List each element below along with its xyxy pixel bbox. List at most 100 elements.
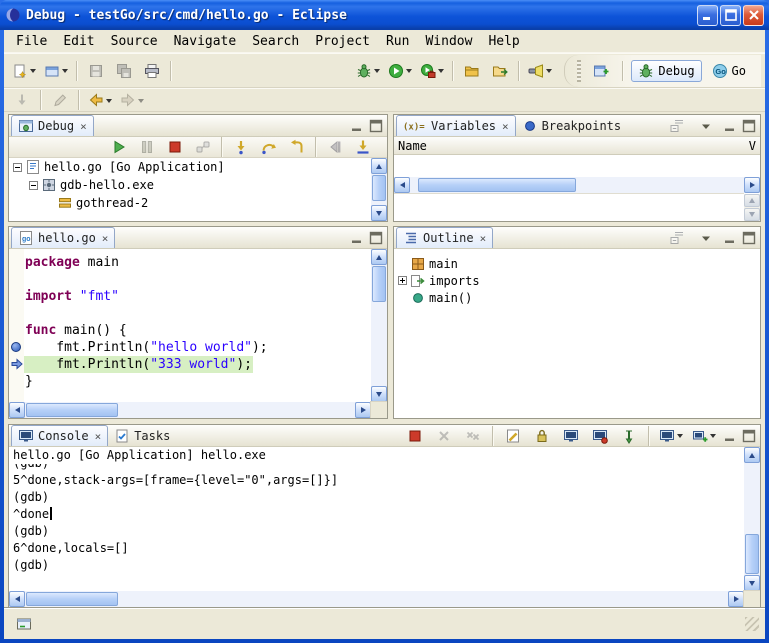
close-view-icon[interactable]: × xyxy=(102,233,109,244)
vertical-scrollbar[interactable] xyxy=(371,158,387,221)
save-all-button[interactable] xyxy=(111,58,137,84)
use-step-filters-button[interactable] xyxy=(350,137,376,158)
vertical-scrollbar[interactable] xyxy=(744,194,760,221)
minimize-view-button[interactable] xyxy=(348,118,366,134)
close-view-icon[interactable]: × xyxy=(95,431,102,442)
minimize-view-button[interactable] xyxy=(721,428,739,444)
new-project-button[interactable] xyxy=(41,58,71,84)
debug-button[interactable] xyxy=(353,58,383,84)
scroll-right-button[interactable] xyxy=(744,177,760,193)
outline-item[interactable]: main() xyxy=(394,289,760,306)
collapse-all-button[interactable] xyxy=(664,115,690,136)
back-button[interactable] xyxy=(85,89,115,111)
instruction-pointer-icon[interactable] xyxy=(11,358,23,373)
open-file-button[interactable] xyxy=(487,58,513,84)
expander-minus-icon[interactable] xyxy=(29,181,38,190)
pin-console-button[interactable] xyxy=(616,425,642,446)
horizontal-scrollbar[interactable] xyxy=(394,177,760,193)
perspective-debug[interactable]: Debug xyxy=(631,60,701,82)
perspective-bar-handle[interactable] xyxy=(577,60,581,82)
close-view-icon[interactable]: × xyxy=(80,121,87,132)
view-menu-button[interactable] xyxy=(693,115,719,136)
last-edit-location-button[interactable] xyxy=(47,89,73,111)
menu-window[interactable]: Window xyxy=(417,32,480,51)
minimize-view-button[interactable] xyxy=(721,230,739,246)
close-view-icon[interactable]: × xyxy=(480,233,487,244)
code-line[interactable] xyxy=(24,305,371,322)
scrollbar-thumb[interactable] xyxy=(745,534,759,574)
collapse-all-button[interactable] xyxy=(664,227,690,248)
horizontal-scrollbar[interactable] xyxy=(9,591,744,607)
drop-to-frame-button[interactable] xyxy=(322,137,348,158)
scroll-up-button[interactable] xyxy=(744,447,760,463)
scroll-right-button[interactable] xyxy=(355,402,371,418)
next-annotation-button[interactable] xyxy=(9,89,35,111)
scrollbar-thumb[interactable] xyxy=(372,175,386,201)
search-button[interactable] xyxy=(525,58,555,84)
open-folder-button[interactable] xyxy=(459,58,485,84)
breakpoint-icon[interactable] xyxy=(11,342,21,352)
tab-hello-go[interactable]: gohello.go× xyxy=(11,227,115,248)
step-over-button[interactable] xyxy=(256,137,282,158)
code-line[interactable]: } xyxy=(24,373,371,390)
horizontal-scrollbar[interactable] xyxy=(9,402,371,418)
code-line[interactable]: fmt.Println("hello world"); xyxy=(24,339,371,356)
editor-annotation-ruler[interactable] xyxy=(9,249,25,402)
debug-tree-item[interactable]: gothread-2 xyxy=(9,194,371,212)
step-into-button[interactable] xyxy=(228,137,254,158)
scrollbar-thumb[interactable] xyxy=(26,592,118,606)
step-return-button[interactable] xyxy=(284,137,310,158)
open-perspective-button[interactable] xyxy=(588,58,614,84)
tab-outline[interactable]: Outline× xyxy=(396,227,493,248)
scroll-left-button[interactable] xyxy=(9,591,25,607)
debug-tree-item[interactable]: hello.go [Go Application] xyxy=(9,158,371,176)
display-console-button[interactable] xyxy=(656,425,686,446)
clear-console-button[interactable] xyxy=(500,425,526,446)
scroll-left-button[interactable] xyxy=(9,402,25,418)
scroll-up-button[interactable] xyxy=(371,158,387,174)
titlebar[interactable]: Debug - testGo/src/cmd/hello.go - Eclips… xyxy=(0,0,769,30)
expander-plus-icon[interactable] xyxy=(398,276,407,285)
maximize-view-button[interactable] xyxy=(740,118,758,134)
perspective-go[interactable]: GoGo xyxy=(705,60,753,82)
scroll-left-button[interactable] xyxy=(394,177,410,193)
show-stdout-button[interactable] xyxy=(558,425,584,446)
resize-grip[interactable] xyxy=(745,617,759,631)
scroll-down-button[interactable] xyxy=(371,386,387,402)
scroll-up-button[interactable] xyxy=(744,194,760,207)
scrollbar-thumb[interactable] xyxy=(372,266,386,302)
maximize-view-button[interactable] xyxy=(367,230,385,246)
minimize-view-button[interactable] xyxy=(721,118,739,134)
scroll-down-button[interactable] xyxy=(744,575,760,591)
maximize-view-button[interactable] xyxy=(367,118,385,134)
menu-project[interactable]: Project xyxy=(307,32,378,51)
menu-help[interactable]: Help xyxy=(480,32,527,51)
new-wizard-button[interactable] xyxy=(9,58,39,84)
show-stderr-button[interactable] xyxy=(587,425,613,446)
code-line[interactable]: import "fmt" xyxy=(24,288,371,305)
disconnect-button[interactable] xyxy=(190,137,216,158)
scroll-lock-button[interactable] xyxy=(529,425,555,446)
terminate-button[interactable] xyxy=(402,425,428,446)
close-view-icon[interactable]: × xyxy=(502,121,509,132)
save-button[interactable] xyxy=(83,58,109,84)
scroll-down-button[interactable] xyxy=(371,205,387,221)
menu-run[interactable]: Run xyxy=(378,32,417,51)
remove-launch-button[interactable] xyxy=(431,425,457,446)
resume-button[interactable] xyxy=(106,137,132,158)
vertical-scrollbar[interactable] xyxy=(371,249,387,402)
code-line[interactable]: fmt.Println("333 world"); xyxy=(24,356,371,373)
view-menu-button[interactable] xyxy=(378,137,388,158)
expander-minus-icon[interactable] xyxy=(13,163,22,172)
forward-button[interactable] xyxy=(117,89,147,111)
variable-detail-pane[interactable] xyxy=(394,193,744,221)
suspend-button[interactable] xyxy=(134,137,160,158)
scrollbar-thumb[interactable] xyxy=(418,178,576,192)
minimize-view-button[interactable] xyxy=(348,230,366,246)
menu-navigate[interactable]: Navigate xyxy=(166,32,245,51)
code-line[interactable] xyxy=(24,271,371,288)
column-value[interactable]: V xyxy=(749,139,756,153)
terminate-button[interactable] xyxy=(162,137,188,158)
tab-debug[interactable]: Debug× xyxy=(11,115,94,136)
outline-item[interactable]: main xyxy=(394,255,760,272)
